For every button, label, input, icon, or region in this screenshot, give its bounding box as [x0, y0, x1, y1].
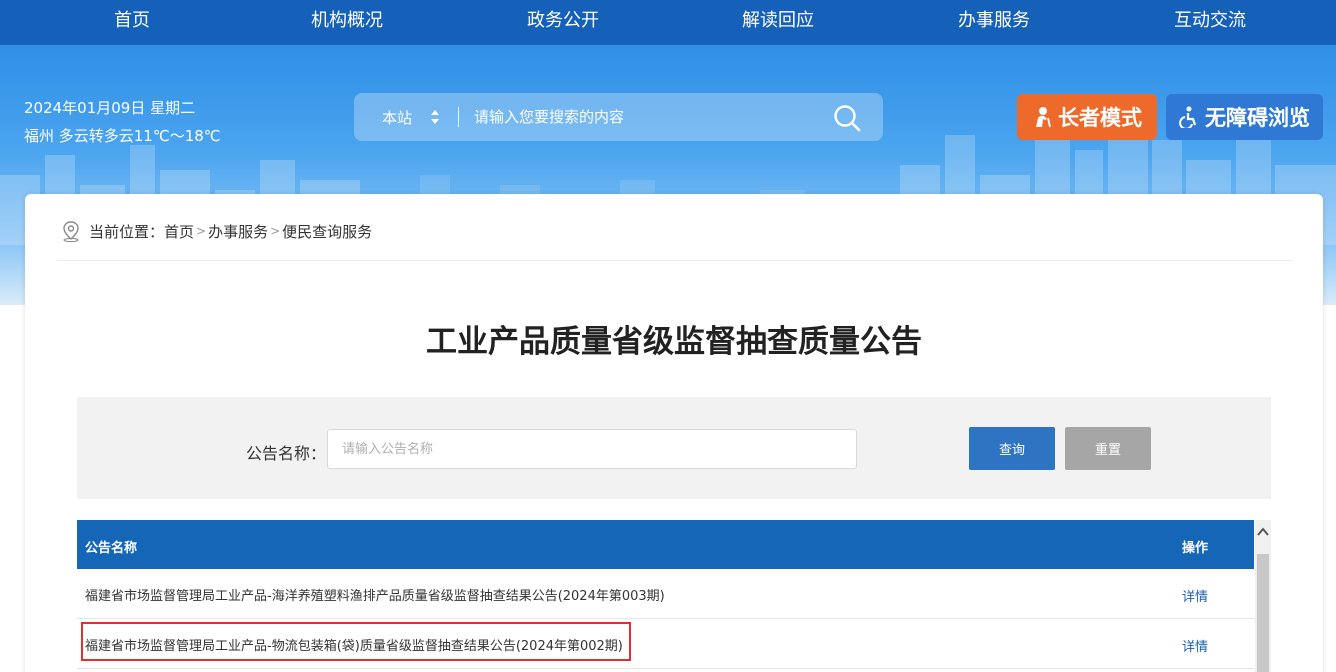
announcement-name-input[interactable] — [327, 429, 857, 469]
column-header-action: 操作 — [1182, 541, 1209, 556]
breadcrumb-prefix: 当前位置： — [89, 222, 165, 241]
breadcrumb-divider — [57, 260, 1293, 261]
accessibility-button[interactable]: 无障碍浏览 — [1166, 94, 1323, 140]
breadcrumb-item-services[interactable]: 办事服务 — [208, 221, 268, 242]
table-row: 福建省市场监督管理局工业产品-物流包装箱(袋)质量省级监督抽查结果公告(2024… — [77, 619, 1254, 669]
site-search-input[interactable] — [466, 102, 826, 132]
elder-mode-button[interactable]: 长者模式 — [1017, 94, 1157, 140]
weather-text: 福州 多云转多云11℃～18℃ — [24, 127, 221, 145]
announcement-title[interactable]: 福建省市场监督管理局工业产品-物流包装箱(袋)质量省级监督抽查结果公告(2024… — [85, 635, 623, 654]
date-text: 2024年01月09日 星期二 — [24, 99, 196, 117]
table-scrollbar[interactable] — [1255, 520, 1271, 672]
wheelchair-icon — [1179, 106, 1197, 128]
elder-person-icon — [1036, 107, 1051, 128]
elder-mode-label: 长者模式 — [1058, 106, 1142, 130]
page-title: 工业产品质量省级监督抽查质量公告 — [426, 324, 922, 360]
column-header-name: 公告名称 — [85, 541, 138, 556]
breadcrumb: 当前位置： 首页 > 办事服务 > 便民查询服务 — [61, 220, 372, 242]
reset-button[interactable]: 重置 — [1065, 427, 1151, 470]
breadcrumb-item-public-query[interactable]: 便民查询服务 — [282, 221, 372, 242]
content-card: 当前位置： 首页 > 办事服务 > 便民查询服务 工业产品质量省级监督抽查质量公… — [25, 194, 1323, 672]
scroll-up-button[interactable] — [1255, 520, 1271, 542]
accessibility-label: 无障碍浏览 — [1205, 106, 1310, 130]
chevron-up-icon — [1257, 527, 1269, 536]
breadcrumb-item-home[interactable]: 首页 — [164, 221, 194, 242]
location-pin-icon — [63, 221, 79, 242]
search-scope-select[interactable]: 本站 — [382, 107, 412, 128]
details-link[interactable]: 详情 — [1182, 636, 1208, 655]
breadcrumb-separator: > — [270, 224, 281, 238]
announcement-table: 公告名称 操作 福建省市场监督管理局工业产品-海洋养殖塑料渔排产品质量省级监督抽… — [77, 520, 1271, 672]
updown-arrows-icon[interactable] — [430, 109, 440, 125]
details-link[interactable]: 详情 — [1182, 586, 1208, 605]
filter-panel: 公告名称： 查询 重置 — [77, 397, 1271, 499]
site-search-bar: 本站 — [354, 93, 883, 141]
nav-item-government-affairs[interactable]: 政务公开 — [488, 0, 638, 45]
search-divider — [458, 107, 459, 127]
nav-item-organization[interactable]: 机构概况 — [272, 0, 422, 45]
breadcrumb-separator: > — [196, 224, 207, 238]
table-row: 福建省市场监督管理局工业产品-海洋养殖塑料渔排产品质量省级监督抽查结果公告(20… — [77, 569, 1254, 619]
nav-item-services[interactable]: 办事服务 — [919, 0, 1069, 45]
query-button[interactable]: 查询 — [969, 427, 1055, 470]
top-nav: 首页 机构概况 政务公开 解读回应 办事服务 互动交流 — [0, 0, 1336, 45]
search-icon[interactable] — [832, 103, 862, 133]
nav-item-interpretation[interactable]: 解读回应 — [703, 0, 853, 45]
announcement-name-label: 公告名称： — [246, 444, 327, 463]
table-header: 公告名称 操作 — [77, 520, 1254, 569]
nav-item-interaction[interactable]: 互动交流 — [1135, 0, 1285, 45]
scrollbar-thumb[interactable] — [1257, 554, 1269, 672]
nav-item-home[interactable]: 首页 — [57, 0, 207, 45]
announcement-title[interactable]: 福建省市场监督管理局工业产品-海洋养殖塑料渔排产品质量省级监督抽查结果公告(20… — [85, 585, 665, 604]
